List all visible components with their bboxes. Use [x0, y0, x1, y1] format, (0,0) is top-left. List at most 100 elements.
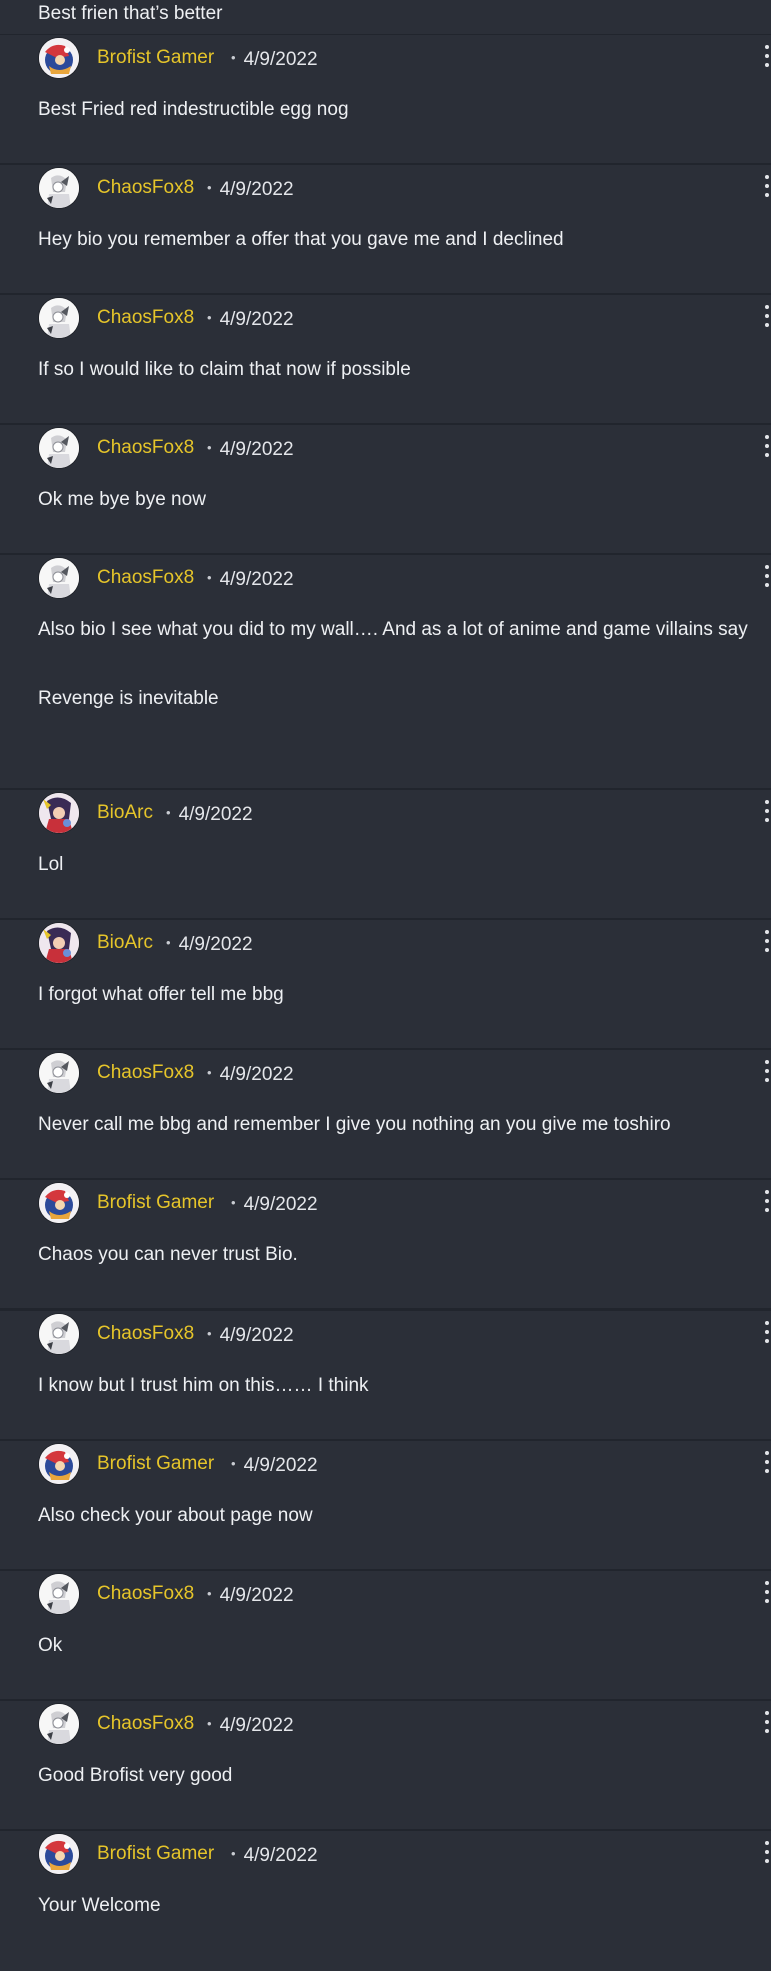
comment-username[interactable]: ChaosFox8 [97, 567, 194, 589]
separator-dot: • [207, 1586, 212, 1601]
kebab-menu-icon[interactable] [765, 435, 771, 461]
comment-date: 4/9/2022 [178, 934, 253, 955]
kebab-menu-icon[interactable] [765, 175, 771, 201]
comment-meta: • 4/9/2022 [231, 1453, 318, 1477]
avatar[interactable] [39, 1183, 79, 1223]
avatar[interactable] [39, 1834, 79, 1874]
comment-body: Ok me bye bye now [38, 482, 753, 517]
comment-username[interactable]: BioArc [97, 932, 153, 954]
separator-dot: • [166, 805, 171, 820]
kebab-menu-icon[interactable] [765, 1321, 771, 1347]
kebab-menu-icon[interactable] [765, 305, 771, 331]
kebab-menu-icon[interactable] [765, 1451, 771, 1477]
separator-dot: • [207, 570, 212, 585]
separator-dot: • [231, 1456, 236, 1471]
comment-meta: • 4/9/2022 [207, 1062, 294, 1086]
comment-header: ChaosFox8 • 4/9/2022 [0, 555, 771, 603]
avatar[interactable] [39, 298, 79, 338]
comment-date: 4/9/2022 [219, 1585, 294, 1606]
comment-body: Chaos you can never trust Bio. [38, 1237, 753, 1272]
comment-header: Brofist Gamer • 4/9/2022 [0, 1180, 771, 1228]
avatar[interactable] [39, 428, 79, 468]
kebab-menu-icon[interactable] [765, 45, 771, 71]
comment-text: Your Welcome [38, 1895, 161, 1916]
comment-meta: • 4/9/2022 [207, 1713, 294, 1737]
comment-card: ChaosFox8 • 4/9/2022 If so I would like to … [0, 295, 771, 423]
kebab-menu-icon[interactable] [765, 800, 771, 826]
comment-text: Best frien that’s better [38, 3, 223, 24]
comment-username[interactable]: Brofist Gamer [97, 1843, 214, 1865]
comment-header: ChaosFox8 • 4/9/2022 [0, 1571, 771, 1619]
avatar[interactable] [39, 558, 79, 598]
comment-date: 4/9/2022 [219, 439, 294, 460]
kebab-menu-icon[interactable] [765, 1190, 771, 1216]
comment-date: 4/9/2022 [243, 1194, 318, 1215]
comment-card: ChaosFox8 • 4/9/2022 I know but I trust him… [0, 1311, 771, 1439]
comment-header: BioArc • 4/9/2022 [0, 790, 771, 838]
kebab-menu-icon[interactable] [765, 1711, 771, 1737]
comment-header: ChaosFox8 • 4/9/2022 [0, 1050, 771, 1098]
avatar[interactable] [39, 1053, 79, 1093]
comment-username[interactable]: ChaosFox8 [97, 307, 194, 329]
comment-meta: • 4/9/2022 [207, 567, 294, 591]
comment-username[interactable]: BioArc [97, 802, 153, 824]
comment-meta: • 4/9/2022 [207, 1323, 294, 1347]
kebab-menu-icon[interactable] [765, 565, 771, 591]
comment-text: Also check your about page now [38, 1505, 313, 1526]
comment-text: If so I would like to claim that now if … [38, 359, 411, 380]
comment-text: I forgot what offer tell me bbg [38, 984, 284, 1005]
comment-date: 4/9/2022 [219, 1325, 294, 1346]
separator-dot: • [207, 180, 212, 195]
comment-header: ChaosFox8 • 4/9/2022 [0, 425, 771, 473]
comment-date: 4/9/2022 [219, 309, 294, 330]
comment-text: Hey bio you remember a offer that you ga… [38, 229, 564, 250]
comment-meta: • 4/9/2022 [166, 802, 253, 826]
comment-username[interactable]: ChaosFox8 [97, 1062, 194, 1084]
comment-header: BioArc • 4/9/2022 [0, 920, 771, 968]
kebab-menu-icon[interactable] [765, 1581, 771, 1607]
avatar[interactable] [39, 923, 79, 963]
comment-date: 4/9/2022 [219, 179, 294, 200]
comment-text: Ok [38, 1635, 63, 1656]
comment-card: ChaosFox8 • 4/9/2022 Never call me bbg and … [0, 1050, 771, 1178]
comment-username[interactable]: ChaosFox8 [97, 177, 194, 199]
comment-username[interactable]: Brofist Gamer [97, 47, 214, 69]
comment-header: Brofist Gamer • 4/9/2022 [0, 1441, 771, 1489]
avatar[interactable] [39, 1444, 79, 1484]
avatar[interactable] [39, 168, 79, 208]
comment-meta: • 4/9/2022 [231, 1843, 318, 1867]
comment-body: I forgot what offer tell me bbg [38, 977, 753, 1012]
comment-body: Best frien that’s better [38, 0, 753, 31]
comment-text: Never call me bbg and remember I give yo… [38, 1114, 671, 1135]
kebab-menu-icon[interactable] [765, 1060, 771, 1086]
comment-text: Good Brofist very good [38, 1765, 233, 1786]
comment-meta: • 4/9/2022 [231, 1192, 318, 1216]
kebab-menu-icon[interactable] [765, 1841, 771, 1867]
avatar[interactable] [39, 793, 79, 833]
comment-card: Brofist Gamer • 4/9/2022 Chaos you can neve… [0, 1180, 771, 1308]
comment-username[interactable]: ChaosFox8 [97, 1583, 194, 1605]
separator-dot: • [207, 440, 212, 455]
comment-card: ChaosFox8 • 4/9/2022 Good Brofist very good [0, 1701, 771, 1829]
comment-username[interactable]: ChaosFox8 [97, 1323, 194, 1345]
comment-card: Brofist Gamer • 4/9/2022 Best Fried red ind… [0, 35, 771, 163]
comment-body: Good Brofist very good [38, 1758, 753, 1793]
avatar[interactable] [39, 38, 79, 78]
comment-text: Also bio I see what you did to my wall….… [38, 619, 748, 640]
separator-dot: • [231, 1195, 236, 1210]
comment-username[interactable]: ChaosFox8 [97, 437, 194, 459]
kebab-menu-icon[interactable] [765, 930, 771, 956]
comment-card: BioArc • 4/9/2022 Lol [0, 790, 771, 918]
comment-username[interactable]: ChaosFox8 [97, 1713, 194, 1735]
avatar[interactable] [39, 1314, 79, 1354]
comment-username[interactable]: Brofist Gamer [97, 1192, 214, 1214]
avatar[interactable] [39, 1574, 79, 1614]
comment-date: 4/9/2022 [219, 1715, 294, 1736]
comment-date: 4/9/2022 [243, 1455, 318, 1476]
comment-meta: • 4/9/2022 [207, 437, 294, 461]
comment-body: Never call me bbg and remember I give yo… [38, 1107, 753, 1142]
avatar[interactable] [39, 1704, 79, 1744]
comment-username[interactable]: Brofist Gamer [97, 1453, 214, 1475]
comment-body: Lol [38, 847, 753, 882]
comment-body: Also check your about page now [38, 1498, 753, 1533]
